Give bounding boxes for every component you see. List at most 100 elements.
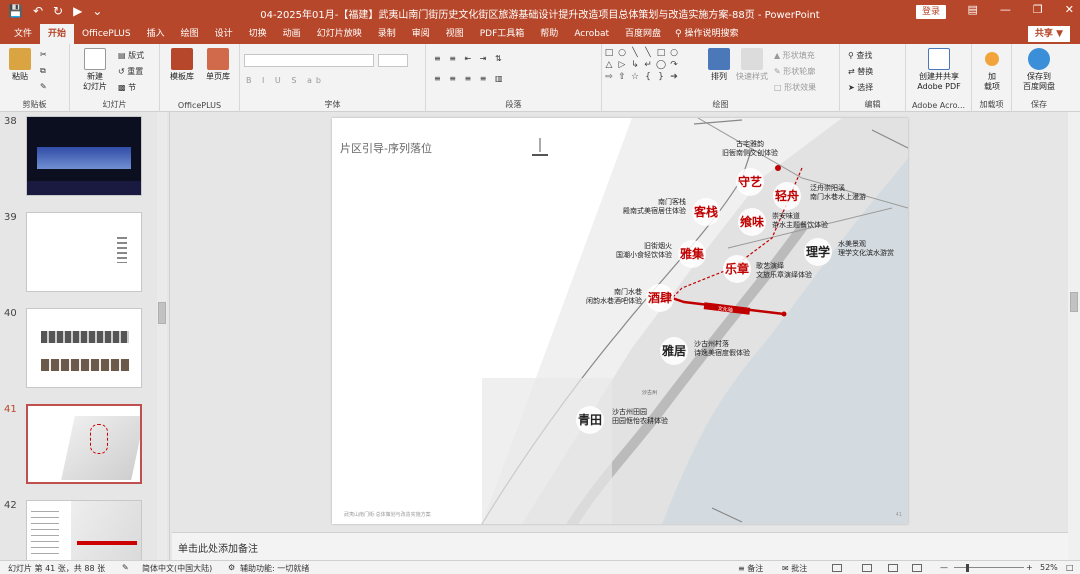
slide-sorter-button[interactable] — [862, 563, 872, 572]
paste-button[interactable]: 粘贴 — [6, 48, 34, 82]
tab-3[interactable]: 插入 — [139, 24, 173, 44]
normal-view-icon — [832, 563, 842, 572]
normal-view-button[interactable] — [832, 563, 842, 572]
accessibility-icon[interactable]: ⚙ — [228, 563, 235, 572]
thumbnail-image — [26, 308, 142, 388]
tab-10[interactable]: 审阅 — [404, 24, 438, 44]
customize-qa-icon[interactable]: ⌄ — [92, 4, 102, 18]
zone-name: 酒肆 — [648, 290, 672, 305]
zoom-out-button[interactable]: — — [940, 563, 948, 572]
slideshow-button[interactable] — [912, 563, 922, 572]
new-slide-button[interactable]: 新建 幻灯片 — [78, 48, 112, 92]
save-baidu-label: 保存到 百度网盘 — [1023, 72, 1055, 91]
language-status[interactable]: 简体中文(中国大陆) — [142, 563, 212, 574]
tab-12[interactable]: PDF工具箱 — [472, 24, 533, 44]
save-baidu-button[interactable]: 保存到 百度网盘 — [1016, 48, 1062, 92]
paste-icon — [9, 48, 31, 70]
save-icon[interactable]: 💾 — [8, 4, 23, 18]
tab-14[interactable]: Acrobat — [566, 24, 617, 44]
layout-button[interactable]: ▤ 版式 — [118, 50, 144, 61]
align-buttons[interactable]: ≡ ≡ ≡ ≡ ▥ — [434, 74, 506, 83]
reading-view-button[interactable] — [888, 563, 898, 572]
single-lib-label: 单页库 — [206, 72, 230, 81]
zone-desc: 崇安味道 — [772, 211, 800, 220]
ribbon-tabs: 文件 开始 OfficePLUS 插入 绘图 设计 切换 动画 幻灯片放映 录制 审阅 视图 PDF工具… — [6, 24, 739, 44]
template-lib-button[interactable]: 模板库 — [166, 48, 198, 82]
slide-page-number: 41 — [895, 512, 902, 518]
thumbnail-number: 40 — [4, 308, 17, 319]
tab-4[interactable]: 绘图 — [173, 24, 207, 44]
tab-11[interactable]: 视图 — [438, 24, 472, 44]
quick-styles-icon — [741, 48, 763, 70]
tab-6[interactable]: 切换 — [241, 24, 275, 44]
replace-button[interactable]: ⇄ 替换 — [848, 66, 873, 77]
tab-1[interactable]: 开始 — [40, 24, 75, 44]
cut-icon[interactable]: ✂ — [40, 50, 47, 59]
addins-icon — [985, 52, 999, 66]
editor-scrollbar[interactable] — [1068, 112, 1080, 560]
zoom-level[interactable]: 52% — [1040, 563, 1058, 572]
slide-title: 片区引导-序列落位 — [340, 142, 432, 155]
login-button[interactable]: 登录 — [916, 5, 946, 19]
zone-name: 飨味 — [740, 214, 764, 229]
ribbon-display-icon[interactable]: ▤ — [968, 3, 978, 16]
tab-0[interactable]: 文件 — [6, 24, 40, 44]
shape-effects-button[interactable]: □ 形状效果 — [774, 82, 816, 93]
window-title: 04-2025年01月-【福建】武夷山南门街历史文化街区旅游基础设计提升改造项目… — [260, 10, 820, 21]
format-painter-icon[interactable]: ✎ — [40, 82, 47, 91]
addins-button[interactable]: 加载项 — [978, 48, 1006, 92]
share-button[interactable]: 共享 ▼ — [1027, 26, 1070, 42]
section-button[interactable]: ▩ 节 — [118, 82, 136, 93]
font-size-combo[interactable] — [378, 54, 408, 67]
zoom-slider-thumb[interactable] — [966, 564, 969, 572]
create-pdf-button[interactable]: 创建并共享 Adobe PDF — [910, 48, 968, 92]
slideshow-icon[interactable]: ▶ — [73, 4, 82, 18]
tab-8[interactable]: 幻灯片放映 — [309, 24, 370, 44]
tab-5[interactable]: 设计 — [207, 24, 241, 44]
thumbnail-image — [26, 212, 142, 292]
copy-icon[interactable]: ⧉ — [40, 66, 46, 76]
accessibility-status[interactable]: 辅助功能: 一切就绪 — [240, 563, 309, 574]
thumbnails-scroll-thumb[interactable] — [158, 302, 166, 324]
notes-pane[interactable]: 单击此处添加备注 — [172, 532, 1068, 560]
editor-scroll-thumb[interactable] — [1070, 292, 1078, 312]
zoom-in-button[interactable]: + — [1026, 563, 1033, 572]
maximize-icon[interactable]: ❐ — [1033, 3, 1043, 16]
group-label: OfficePLUS — [177, 101, 222, 110]
shape-outline-button[interactable]: ✎ 形状轮廓 — [774, 66, 815, 77]
shape-fill-button[interactable]: ▲ 形状填充 — [774, 50, 815, 61]
quick-styles-label: 快速样式 — [736, 72, 768, 81]
tab-15[interactable]: 百度网盘 — [617, 24, 669, 44]
tell-me-search[interactable]: ⚲ 操作说明搜索 — [675, 24, 738, 44]
font-family-combo[interactable] — [244, 54, 374, 67]
reset-button[interactable]: ↺ 重置 — [118, 66, 143, 77]
single-lib-button[interactable]: 单页库 — [202, 48, 234, 82]
select-button[interactable]: ➤ 选择 — [848, 82, 873, 93]
zone-desc: 诗逸美宿度假体验 — [694, 348, 750, 357]
close-icon[interactable]: ✕ — [1065, 3, 1074, 16]
spellcheck-icon[interactable]: ✎ — [122, 563, 129, 572]
tab-13[interactable]: 帮助 — [532, 24, 566, 44]
thumbnails-scrollbar[interactable] — [157, 112, 167, 560]
zone-desc: 文旅乐章演绎体验 — [756, 270, 812, 279]
minimize-icon[interactable]: — — [1000, 3, 1011, 16]
slide-thumbnails-pane[interactable]: 38 39 40 41 42 — [0, 112, 170, 574]
redo-icon[interactable]: ↻ — [53, 4, 63, 18]
fit-slide-icon[interactable]: □ — [1066, 563, 1074, 572]
tab-2[interactable]: OfficePLUS — [74, 24, 139, 44]
thumbnail-number: 42 — [4, 500, 17, 511]
font-format-buttons[interactable]: B I U S ab — [246, 76, 325, 85]
tab-7[interactable]: 动画 — [275, 24, 309, 44]
arrange-button[interactable]: 排列 — [706, 48, 732, 82]
comments-toggle[interactable]: ✉ 批注 — [782, 563, 807, 574]
shapes-gallery[interactable]: □ ○ ╲ ╲ □ ○ △ ▷ ↳ ↵ ◯ ↷ ⇨ ⇧ ☆{} ➔ — [604, 48, 684, 92]
slide-footer: 武夷山南门街·总体策划与改造实施方案 — [344, 512, 431, 518]
notes-toggle[interactable]: ≡ 备注 — [738, 563, 763, 574]
current-slide[interactable]: 文化轴 守艺 古宅雅韵 旧衙南侧文创体验 轻舟 泛舟崇阳溪 南门水巷水上漫游 客栈 南门客栈 殿南… — [332, 118, 908, 524]
find-button[interactable]: ⚲ 查找 — [848, 50, 872, 61]
list-buttons[interactable]: ≡ ≡ ⇤ ⇥ ⇅ — [434, 54, 505, 63]
undo-icon[interactable]: ↶ — [33, 4, 43, 18]
tab-9[interactable]: 录制 — [370, 24, 404, 44]
zoom-slider[interactable] — [954, 567, 1024, 568]
quick-styles-button[interactable]: 快速样式 — [734, 48, 770, 82]
